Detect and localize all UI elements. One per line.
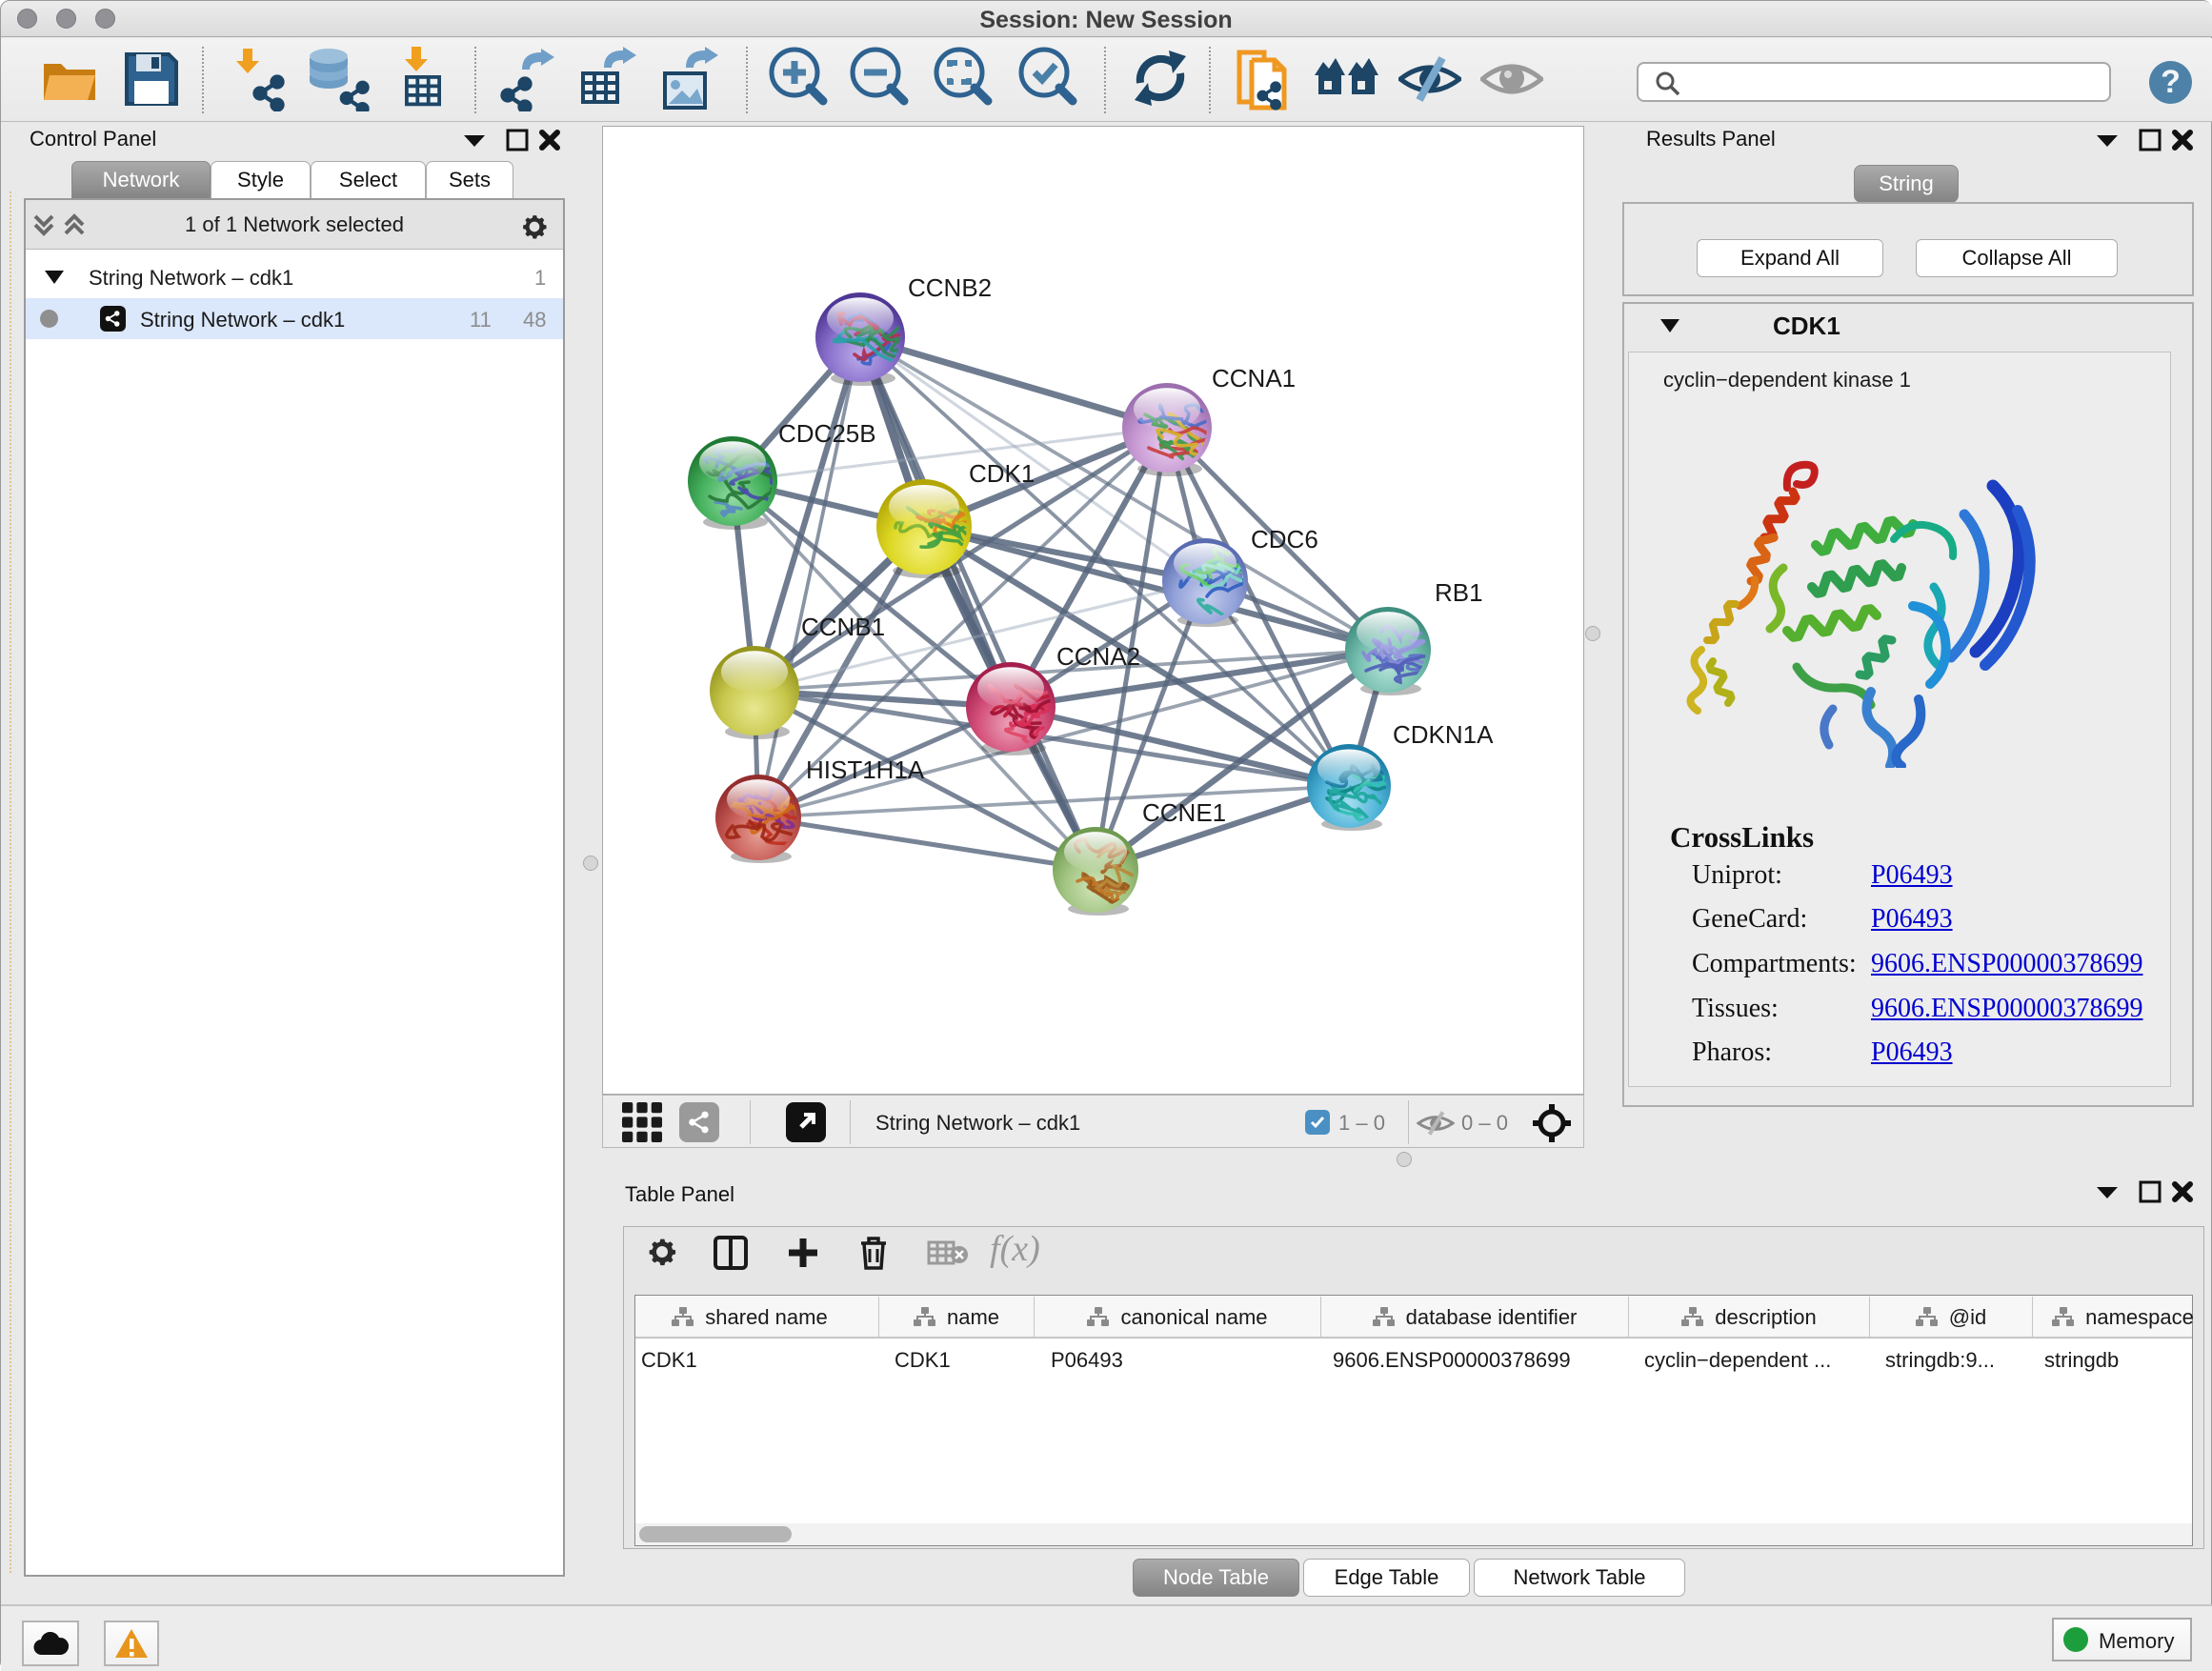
svg-text:CCNA2: CCNA2 <box>1056 642 1140 671</box>
svg-text:CCNE1: CCNE1 <box>1142 798 1226 827</box>
svg-text:CCNA1: CCNA1 <box>1212 364 1296 393</box>
svg-text:CDK1: CDK1 <box>969 459 1035 488</box>
svg-text:CDKN1A: CDKN1A <box>1393 720 1494 749</box>
svg-text:CCNB2: CCNB2 <box>908 273 992 302</box>
svg-text:RB1: RB1 <box>1435 578 1483 607</box>
svg-text:HIST1H1A: HIST1H1A <box>806 755 925 784</box>
svg-text:CCNB1: CCNB1 <box>801 613 885 641</box>
svg-text:CDC25B: CDC25B <box>778 419 876 448</box>
svg-text:CDC6: CDC6 <box>1251 525 1318 554</box>
